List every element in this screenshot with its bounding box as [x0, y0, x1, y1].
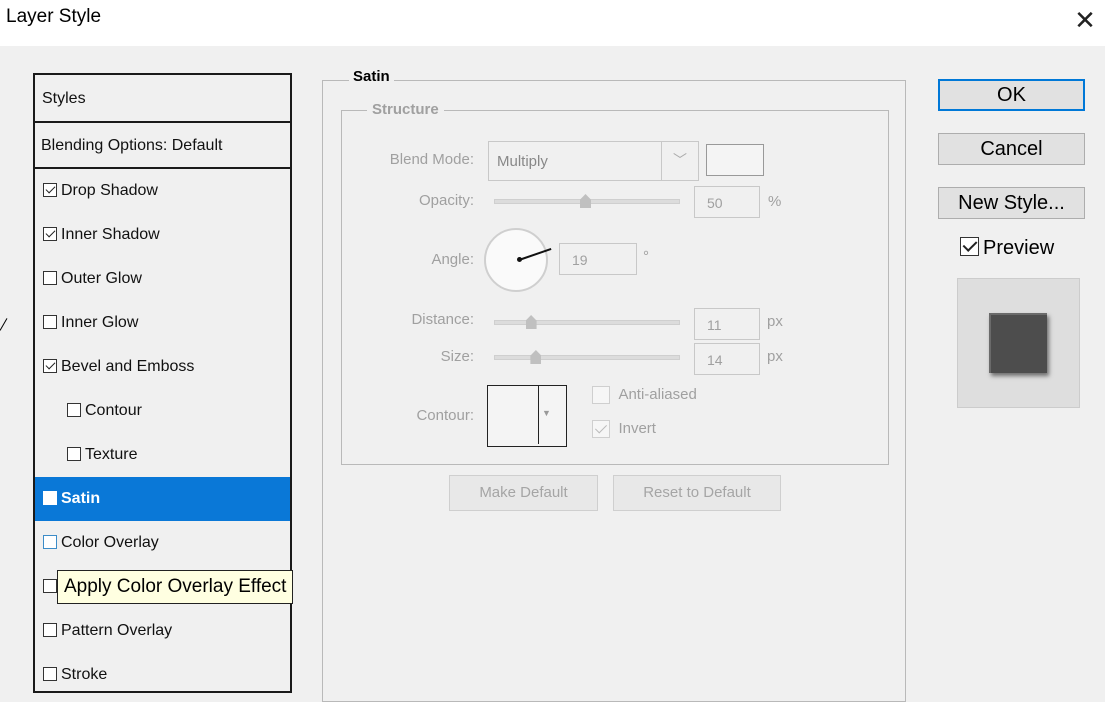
- contour-dropdown-icon[interactable]: ▼: [542, 408, 551, 418]
- style-item[interactable]: Texture: [35, 433, 290, 477]
- distance-label: Distance:: [411, 311, 474, 328]
- style-item[interactable]: Drop Shadow: [35, 169, 290, 213]
- preview-checkbox[interactable]: [960, 237, 979, 256]
- anti-aliased-option[interactable]: Anti-aliased: [592, 386, 697, 404]
- style-item-label: Outer Glow: [61, 270, 142, 287]
- structure-group-title: Structure: [367, 101, 444, 118]
- style-item-checkbox[interactable]: [43, 579, 57, 593]
- style-item[interactable]: Inner Glow: [35, 301, 290, 345]
- anti-aliased-label: Anti-aliased: [618, 386, 697, 404]
- style-item-label: Bevel and Emboss: [61, 358, 195, 375]
- size-label: Size:: [440, 348, 474, 365]
- satin-color-swatch[interactable]: [706, 144, 764, 176]
- style-item[interactable]: Contour: [35, 389, 290, 433]
- styles-header-label: Styles: [42, 90, 86, 107]
- size-slider-track[interactable]: [494, 355, 680, 360]
- distance-slider-track[interactable]: [494, 320, 680, 325]
- style-item-checkbox[interactable]: [43, 227, 57, 241]
- style-item-label: Drop Shadow: [61, 182, 158, 199]
- size-unit: px: [767, 348, 783, 365]
- invert-label: Invert: [618, 420, 656, 438]
- style-item[interactable]: Outer Glow: [35, 257, 290, 301]
- styles-header[interactable]: Styles: [35, 75, 290, 123]
- opacity-input[interactable]: 50: [694, 186, 760, 218]
- style-item-label: Pattern Overlay: [61, 622, 173, 639]
- style-item-label: Inner Shadow: [61, 226, 160, 243]
- preview-swatch: [989, 313, 1047, 373]
- style-item-label: Texture: [85, 446, 138, 463]
- angle-dial[interactable]: [484, 228, 548, 292]
- make-default-button[interactable]: Make Default: [449, 475, 598, 511]
- blend-mode-label: Blend Mode:: [389, 151, 474, 168]
- style-item-checkbox[interactable]: [43, 315, 57, 329]
- style-item-checkbox[interactable]: [67, 447, 81, 461]
- style-item-checkbox[interactable]: [43, 623, 57, 637]
- invert-option[interactable]: Invert: [592, 420, 656, 438]
- preview-option[interactable]: Preview: [960, 237, 1054, 260]
- style-item[interactable]: Inner Shadow: [35, 213, 290, 257]
- distance-input[interactable]: 11: [694, 308, 760, 340]
- style-item[interactable]: Bevel and Emboss: [35, 345, 290, 389]
- window-title: Layer Style: [6, 6, 102, 27]
- contour-label: Contour:: [416, 407, 474, 424]
- style-item-checkbox[interactable]: [43, 667, 57, 681]
- style-item-checkbox[interactable]: [43, 183, 57, 197]
- chevron-down-icon: ﹀: [661, 142, 698, 180]
- style-item-checkbox[interactable]: [67, 403, 81, 417]
- close-icon[interactable]: ✕: [1071, 3, 1099, 37]
- ok-button[interactable]: OK: [938, 79, 1085, 111]
- tooltip: Apply Color Overlay Effect: [57, 570, 294, 604]
- style-item-label: Satin: [61, 490, 101, 507]
- angle-input[interactable]: 19: [559, 243, 637, 275]
- anti-aliased-checkbox[interactable]: [592, 386, 610, 404]
- style-item-label: Contour: [85, 402, 142, 419]
- style-item-checkbox[interactable]: [43, 359, 57, 373]
- preview-label: Preview: [983, 237, 1055, 259]
- style-item-label: Stroke: [61, 666, 108, 683]
- title-bar: [0, 0, 1105, 46]
- angle-unit: °: [643, 248, 649, 265]
- style-item[interactable]: Color Overlay: [35, 521, 290, 565]
- blending-options-label: Blending Options: Default: [41, 137, 223, 154]
- blend-mode-value: Multiply: [497, 153, 548, 170]
- style-item[interactable]: Satin: [35, 477, 290, 521]
- distance-unit: px: [767, 313, 783, 330]
- style-item-label: Color Overlay: [61, 534, 159, 551]
- angle-label: Angle:: [431, 251, 474, 268]
- reset-to-default-button[interactable]: Reset to Default: [613, 475, 781, 511]
- contour-picker[interactable]: ▼: [487, 385, 567, 447]
- invert-checkbox[interactable]: [592, 420, 610, 438]
- blend-mode-select[interactable]: Multiply ﹀: [488, 141, 699, 181]
- style-item[interactable]: Stroke: [35, 653, 290, 697]
- blending-options-item[interactable]: Blending Options: Default: [35, 123, 290, 169]
- opacity-unit: %: [768, 193, 782, 210]
- new-style-button[interactable]: New Style...: [938, 187, 1085, 219]
- style-item-checkbox[interactable]: [43, 271, 57, 285]
- opacity-label: Opacity:: [418, 192, 474, 209]
- style-item[interactable]: Pattern Overlay: [35, 609, 290, 653]
- style-item-label: Inner Glow: [61, 314, 139, 331]
- style-item-checkbox[interactable]: [43, 535, 57, 549]
- style-item-checkbox[interactable]: [43, 491, 57, 505]
- stray-line: [0, 318, 8, 331]
- contour-picker-divider: [538, 386, 539, 444]
- cancel-button[interactable]: Cancel: [938, 133, 1085, 165]
- size-input[interactable]: 14: [694, 343, 760, 375]
- angle-dial-center: [517, 257, 522, 262]
- satin-group-title: Satin: [349, 68, 394, 85]
